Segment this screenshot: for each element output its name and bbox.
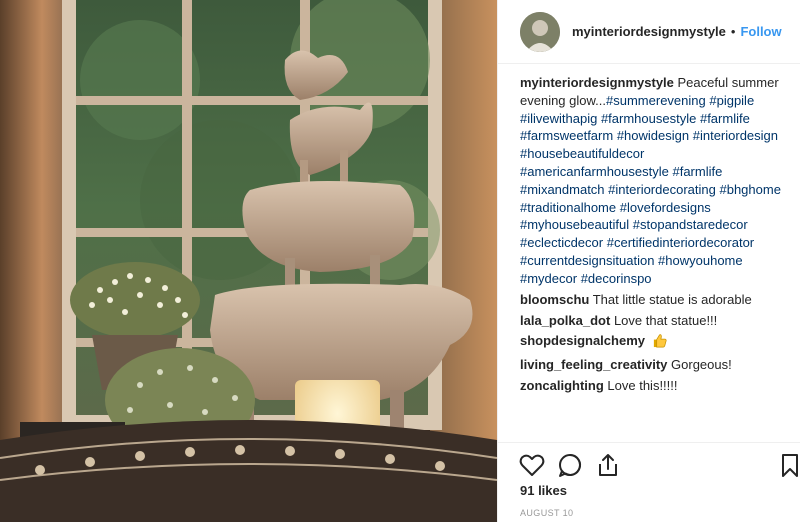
hashtag-link[interactable]: #summerevening bbox=[606, 93, 706, 108]
hashtag-link[interactable]: #bhghome bbox=[719, 182, 780, 197]
hashtag-link[interactable]: #farmlife bbox=[672, 164, 722, 179]
follow-button[interactable]: Follow bbox=[740, 24, 781, 39]
hashtag-link[interactable]: #interiordesign bbox=[693, 128, 778, 143]
comment-item: shopdesignalchemy bbox=[520, 332, 781, 353]
photo-illustration bbox=[0, 0, 497, 522]
hashtag-link[interactable]: #ilivewithapig bbox=[520, 111, 597, 126]
comment-icon[interactable] bbox=[556, 451, 584, 479]
heart-icon[interactable] bbox=[518, 451, 546, 479]
caption-hashtags: #summerevening #pigpile #ilivewithapig #… bbox=[520, 93, 781, 286]
post-header: myinteriordesignmystyle • Follow bbox=[498, 0, 800, 64]
hashtag-link[interactable]: #lovefordesigns bbox=[620, 200, 711, 215]
comment-item: zoncalighting Love this!!!!! bbox=[520, 377, 781, 395]
hashtag-link[interactable]: #myhousebeautiful bbox=[520, 217, 629, 232]
comment-item: lala_polka_dot Love that statue!!! bbox=[520, 312, 781, 330]
hashtag-link[interactable]: #decorinspo bbox=[581, 271, 652, 286]
hashtag-link[interactable]: #mydecor bbox=[520, 271, 577, 286]
post-sidebar: myinteriordesignmystyle • Follow myinter… bbox=[497, 0, 800, 522]
hashtag-link[interactable]: #housebeautifuldecor bbox=[520, 146, 644, 161]
comment-username[interactable]: shopdesignalchemy bbox=[520, 333, 645, 348]
hashtag-link[interactable]: #howyouhome bbox=[658, 253, 743, 268]
comment-username[interactable]: living_feeling_creativity bbox=[520, 357, 667, 372]
comment-username[interactable]: lala_polka_dot bbox=[520, 313, 610, 328]
hashtag-link[interactable]: #farmsweetfarm bbox=[520, 128, 613, 143]
hashtag-link[interactable]: #farmhousestyle bbox=[601, 111, 696, 126]
hashtag-link[interactable]: #currentdesignsituation bbox=[520, 253, 654, 268]
hashtag-link[interactable]: #certifiedinteriordecorator bbox=[607, 235, 754, 250]
caption: myinteriordesignmystyle Peaceful summer … bbox=[520, 74, 781, 288]
post-date[interactable]: AUGUST 10 bbox=[520, 508, 573, 518]
bookmark-icon[interactable] bbox=[776, 451, 800, 479]
comment-username[interactable]: bloomschu bbox=[520, 292, 589, 307]
hashtag-link[interactable]: #pigpile bbox=[709, 93, 754, 108]
comment-text: Love this!!!!! bbox=[607, 378, 678, 394]
hashtag-link[interactable]: #farmlife bbox=[700, 111, 750, 126]
hashtag-link[interactable]: #interiordecorating bbox=[608, 182, 716, 197]
comment-item: living_feeling_creativity Gorgeous! bbox=[520, 356, 781, 374]
hashtag-link[interactable]: #mixandmatch bbox=[520, 182, 605, 197]
thumbs-up-icon bbox=[652, 333, 667, 353]
comment-text: That little statue is adorable bbox=[592, 291, 752, 307]
separator-dot: • bbox=[730, 24, 736, 39]
hashtag-link[interactable]: #howidesign bbox=[617, 128, 689, 143]
post-photo[interactable] bbox=[0, 0, 497, 522]
comment-username[interactable]: zoncalighting bbox=[520, 378, 604, 393]
comments-section: myinteriordesignmystyle Peaceful summer … bbox=[498, 74, 800, 442]
share-icon[interactable] bbox=[594, 451, 622, 479]
hashtag-link[interactable]: #americanfarmhousestyle bbox=[520, 164, 669, 179]
avatar[interactable] bbox=[520, 11, 560, 52]
caption-username[interactable]: myinteriordesignmystyle bbox=[520, 75, 674, 90]
header-username[interactable]: myinteriordesignmystyle bbox=[572, 24, 726, 39]
hashtag-link[interactable]: #stopandstaredecor bbox=[633, 217, 748, 232]
hashtag-link[interactable]: #traditionalhome bbox=[520, 200, 616, 215]
action-bar bbox=[498, 442, 800, 480]
hashtag-link[interactable]: #eclecticdecor bbox=[520, 235, 603, 250]
comment-text: Love that statue!!! bbox=[613, 312, 718, 328]
comment-text: Gorgeous! bbox=[671, 357, 732, 373]
likes-count[interactable]: 91 likes bbox=[520, 483, 567, 498]
comment-item: bloomschu That little statue is adorable bbox=[520, 291, 781, 309]
